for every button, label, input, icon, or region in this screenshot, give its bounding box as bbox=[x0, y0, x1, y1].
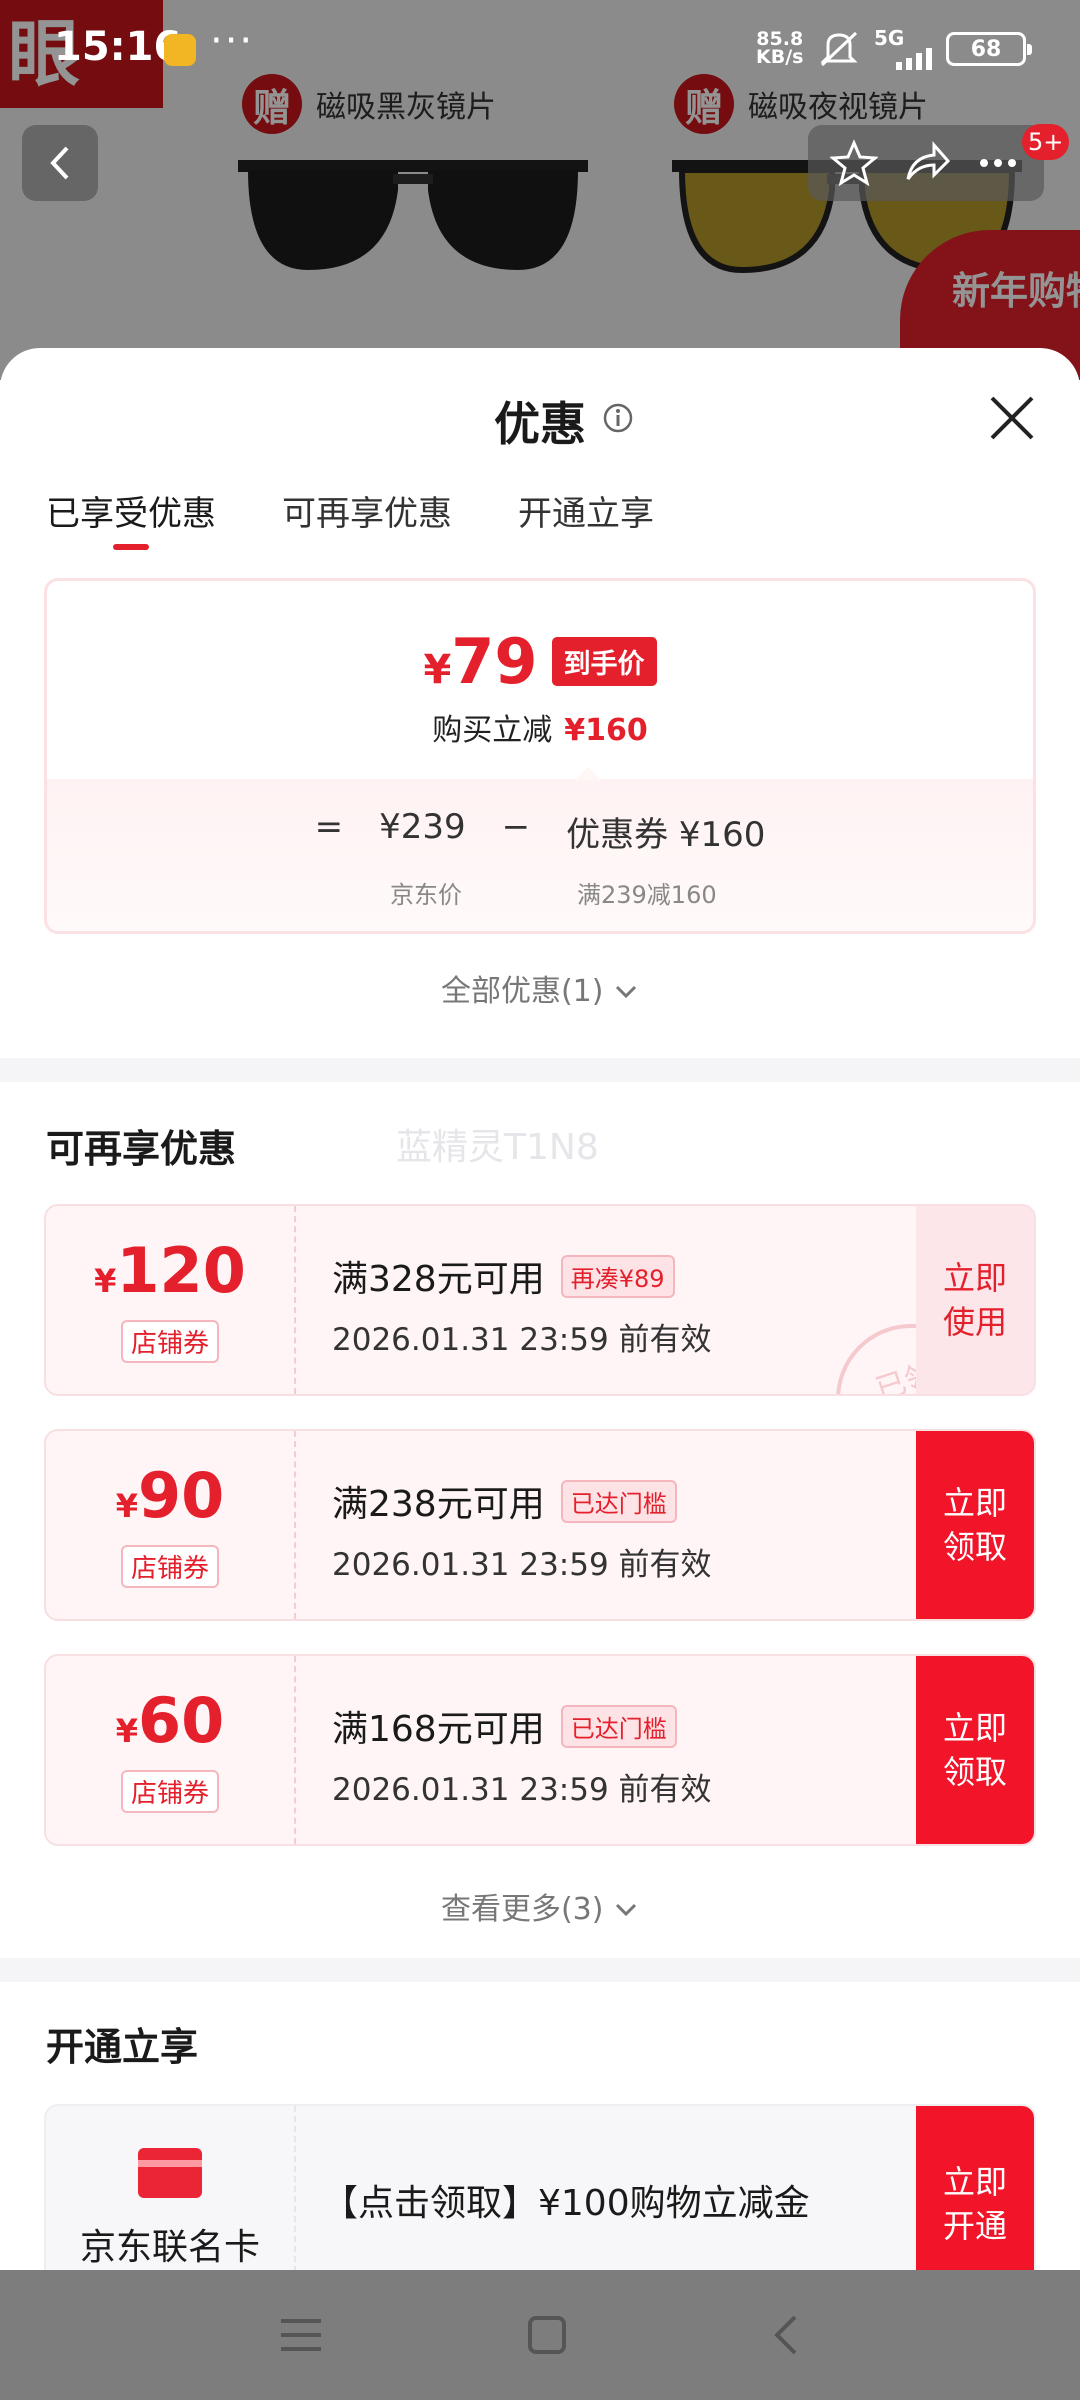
coupon-tag: 再凑¥89 bbox=[560, 1254, 675, 1298]
final-price-tag: 到手价 bbox=[551, 637, 657, 686]
coupon-amount: ¥60 bbox=[115, 1687, 225, 1764]
close-icon[interactable] bbox=[984, 390, 1040, 446]
chevron-left-icon bbox=[50, 146, 69, 180]
section-divider bbox=[0, 1958, 1080, 1982]
coupon-value: ¥90 店铺券 bbox=[46, 1431, 296, 1619]
final-price-value: 79 bbox=[451, 625, 538, 698]
coupon-validity: 2026.01.31 23:59 前有效 bbox=[332, 1547, 712, 1583]
signal-icon bbox=[896, 48, 932, 70]
signal-label: 5G bbox=[874, 26, 905, 50]
notification-badge: 5+ bbox=[1022, 124, 1070, 160]
coupon-validity: 2026.01.31 23:59 前有效 bbox=[332, 1772, 712, 1808]
all-offers-toggle[interactable]: 全部优惠(1) bbox=[0, 966, 1080, 1010]
sheet-title: 优惠 bbox=[494, 397, 586, 451]
minus-sign: − bbox=[501, 807, 531, 847]
final-price: ¥79 bbox=[423, 625, 537, 698]
coupon-validity: 2026.01.31 23:59 前有效 bbox=[332, 1322, 712, 1358]
coupon-type: 店铺券 bbox=[120, 1544, 219, 1588]
use-coupon-button[interactable]: 立即使用 bbox=[916, 1206, 1034, 1394]
co-branded-card-offer: 京东联名卡 【点击领取】¥100购物立减金 立即开通 bbox=[44, 2104, 1036, 2270]
coupon-value: ¥120 店铺券 bbox=[46, 1206, 296, 1394]
coupon-tag: 已达门槛 bbox=[560, 1479, 677, 1523]
info-icon[interactable] bbox=[602, 402, 634, 434]
open-card-button[interactable]: 立即开通 bbox=[916, 2106, 1034, 2270]
jd-price: ¥239 bbox=[379, 807, 466, 847]
star-icon[interactable] bbox=[830, 139, 878, 187]
more-icon[interactable] bbox=[974, 139, 1022, 187]
coupon-type: 店铺券 bbox=[120, 1769, 219, 1813]
pointer-arrow bbox=[575, 767, 601, 780]
currency-symbol: ¥ bbox=[423, 647, 452, 693]
reduction-value: ¥160 bbox=[564, 713, 648, 748]
coupon-card: ¥60 店铺券 满168元可用 已达门槛 2026.01.31 23:59 前有效… bbox=[44, 1654, 1036, 1846]
mute-icon bbox=[820, 31, 858, 67]
coupon-amount: ¥90 bbox=[115, 1462, 225, 1539]
instant-reduction: 购买立减 ¥160 bbox=[47, 705, 1033, 749]
card-brand: 京东联名卡 bbox=[46, 2106, 296, 2270]
price-summary: ¥79 到手价 购买立减 ¥160 bbox=[47, 581, 1033, 779]
app-notification-icon bbox=[164, 34, 196, 66]
tab-enjoyed-offers[interactable]: 已享受优惠 bbox=[46, 486, 216, 550]
tab-more-offers[interactable]: 可再享优惠 bbox=[282, 486, 452, 550]
product-actions-pill bbox=[808, 125, 1044, 201]
reduction-label: 购买立减 bbox=[432, 713, 553, 748]
coupon-amount-value: 90 bbox=[137, 1458, 225, 1532]
network-speed-unit: KB/s bbox=[756, 46, 804, 68]
chevron-down-icon bbox=[615, 1903, 637, 1917]
final-price-card: ¥79 到手价 购买立减 ¥160 = ¥239 − 优惠券 ¥160 京东价 满… bbox=[44, 578, 1036, 934]
share-icon[interactable] bbox=[902, 139, 950, 187]
back-button[interactable] bbox=[22, 125, 98, 201]
coupon-type: 店铺券 bbox=[120, 1319, 219, 1363]
coupon-tag: 已达门槛 bbox=[560, 1704, 677, 1748]
coupon-value: ¥60 店铺券 bbox=[46, 1656, 296, 1844]
coupon-condition: 满168元可用 bbox=[332, 1709, 545, 1750]
card-name: 京东联名卡 bbox=[79, 2227, 260, 2268]
coupon-condition: 满328元可用 bbox=[332, 1259, 545, 1300]
offer-tabs: 已享受优惠 可再享优惠 开通立享 bbox=[46, 486, 654, 550]
claim-coupon-button[interactable]: 立即领取 bbox=[916, 1431, 1034, 1619]
sheet-header: 优惠 bbox=[0, 348, 1080, 488]
open-to-enjoy-title: 开通立享 bbox=[46, 2025, 199, 2069]
watermark-text: 蓝精灵T1N8 bbox=[396, 1127, 599, 1168]
currency-symbol: ¥ bbox=[115, 1486, 138, 1525]
coupon-amount: ¥120 bbox=[94, 1237, 246, 1314]
coupon-deduction: 优惠券 ¥160 bbox=[566, 815, 766, 855]
back-icon[interactable] bbox=[771, 2313, 801, 2357]
tab-open-to-enjoy[interactable]: 开通立享 bbox=[518, 486, 654, 550]
more-offers-title: 可再享优惠 bbox=[46, 1127, 237, 1171]
currency-symbol: ¥ bbox=[115, 1711, 138, 1750]
coupon-amount-value: 60 bbox=[137, 1683, 225, 1757]
offers-sheet: 优惠 已享受优惠 可再享优惠 开通立享 ¥79 到手价 购买立减 ¥160 = ¥… bbox=[0, 348, 1080, 2270]
equals-sign: = bbox=[314, 807, 344, 847]
more-notifications-icon: ··· bbox=[210, 18, 255, 64]
battery-icon: 68 bbox=[946, 32, 1032, 66]
all-offers-label: 全部优惠(1) bbox=[440, 974, 604, 1009]
system-navigation-bar bbox=[0, 2270, 1080, 2400]
menu-icon[interactable] bbox=[279, 2315, 323, 2355]
section-divider bbox=[0, 1058, 1080, 1082]
coupon-card: ¥90 店铺券 满238元可用 已达门槛 2026.01.31 23:59 前有效… bbox=[44, 1429, 1036, 1621]
card-description: 【点击领取】¥100购物立减金 bbox=[322, 2183, 810, 2224]
coupon-card: ¥120 店铺券 满328元可用 再凑¥89 2026.01.31 23:59 前… bbox=[44, 1204, 1036, 1396]
price-formula: = ¥239 − 优惠券 ¥160 京东价 满239减160 bbox=[47, 779, 1033, 931]
coupon-amount-value: 120 bbox=[116, 1233, 246, 1307]
coupon-details: 满328元可用 再凑¥89 2026.01.31 23:59 前有效 bbox=[332, 1250, 712, 1359]
coupon-details: 满238元可用 已达门槛 2026.01.31 23:59 前有效 bbox=[332, 1475, 712, 1584]
credit-card-icon bbox=[138, 2148, 202, 2198]
claim-coupon-button[interactable]: 立即领取 bbox=[916, 1656, 1034, 1844]
status-bar: 15:16 ··· 85.8 KB/s 5G 68 bbox=[0, 0, 1080, 100]
status-icons: 5G 68 bbox=[816, 26, 1032, 70]
home-icon[interactable] bbox=[527, 2315, 567, 2355]
see-more-toggle[interactable]: 查看更多(3) bbox=[0, 1884, 1080, 1928]
network-speed: 85.8 KB/s bbox=[756, 30, 804, 68]
coupon-condition: 满238元可用 bbox=[332, 1484, 545, 1525]
see-more-label: 查看更多(3) bbox=[440, 1892, 604, 1927]
status-time: 15:16 bbox=[54, 24, 182, 70]
jd-price-caption: 京东价 bbox=[390, 881, 462, 909]
coupon-details: 满168元可用 已达门槛 2026.01.31 23:59 前有效 bbox=[332, 1700, 712, 1809]
currency-symbol: ¥ bbox=[94, 1261, 117, 1300]
coupon-caption: 满239减160 bbox=[577, 881, 717, 909]
chevron-down-icon bbox=[615, 985, 637, 999]
